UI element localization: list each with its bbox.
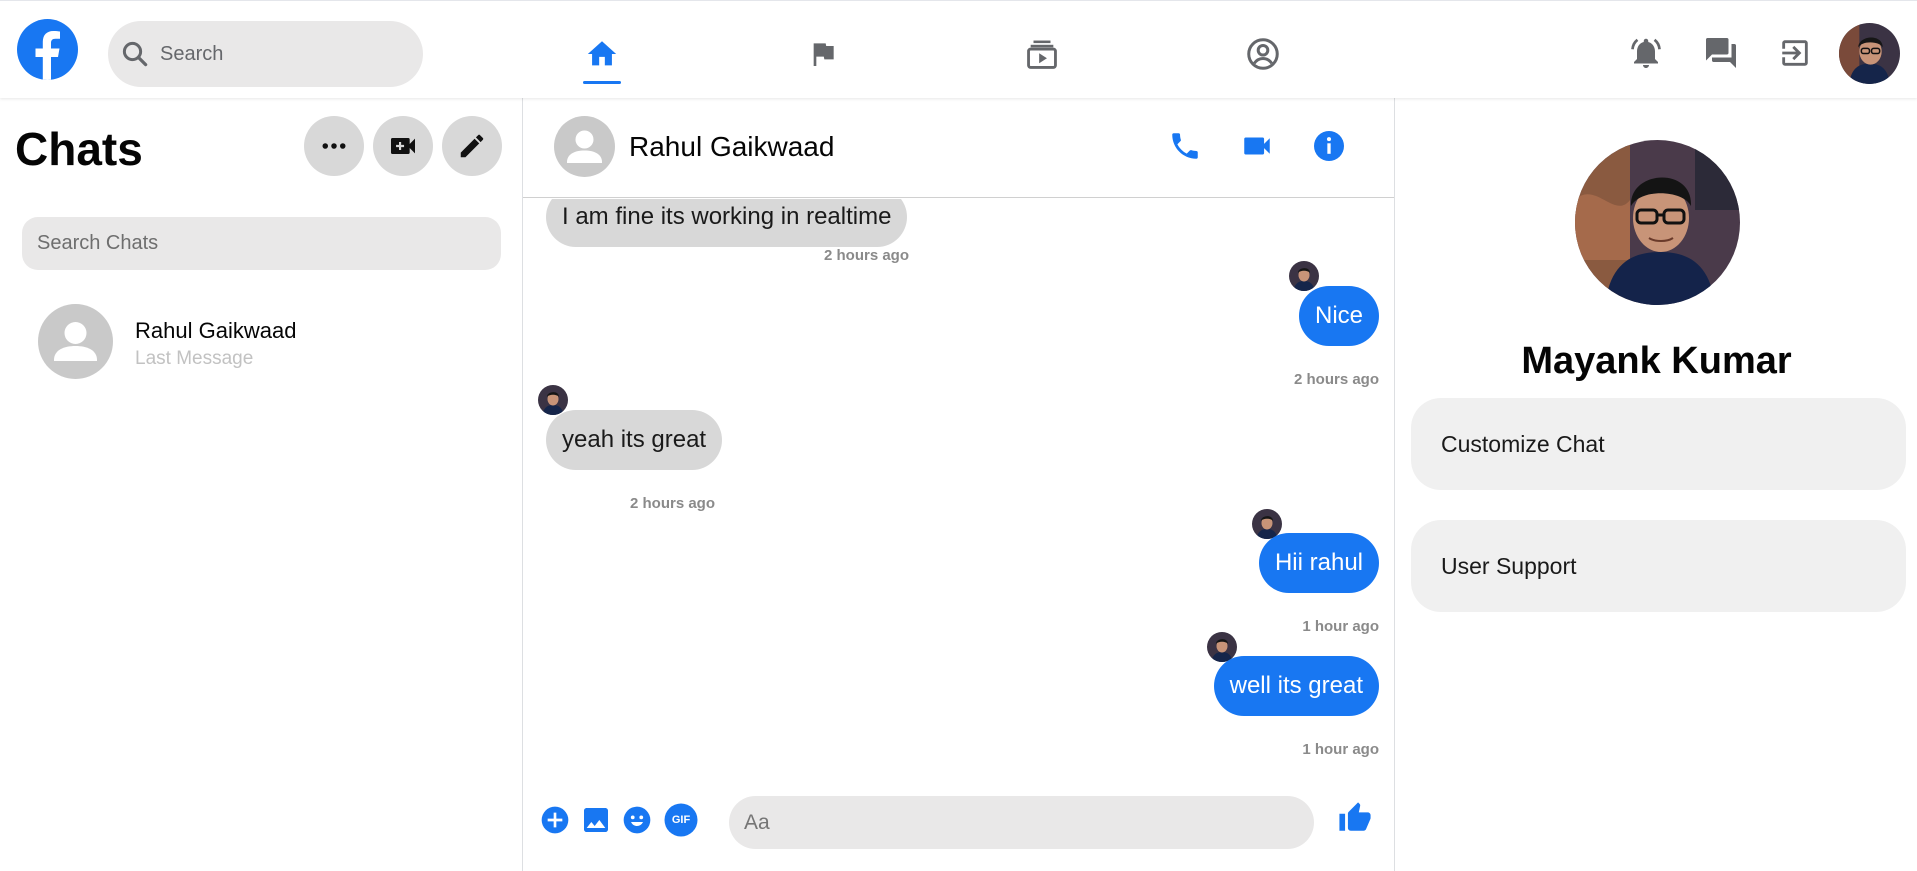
message-list: I am fine its working in realtime 2 hour… [523, 199, 1394, 779]
gif-button[interactable]: GIF [663, 802, 699, 838]
message-timestamp: 1 hour ago [1302, 741, 1379, 758]
like-icon [1339, 802, 1371, 831]
top-navigation-bar [0, 0, 1917, 98]
message-timestamp: 2 hours ago [1293, 371, 1379, 388]
gif-label: GIF [671, 814, 691, 826]
send-image-button[interactable] [578, 802, 614, 838]
customize-chat-button[interactable]: Customize Chat [1411, 398, 1906, 490]
user-photo-icon [538, 385, 568, 415]
global-search[interactable] [108, 21, 423, 87]
more-options-icon [322, 143, 346, 149]
video-icon [1244, 137, 1270, 155]
user-avatar[interactable] [1839, 23, 1900, 84]
profile-name: Mayank Kumar [1521, 340, 1792, 382]
conversation-header: Rahul Gaikwaad [523, 98, 1394, 198]
message-bubble-incoming: I am fine its working in realtime [546, 199, 908, 247]
user-photo-icon [1289, 261, 1319, 291]
like-button[interactable] [1337, 800, 1373, 836]
message-bubble-incoming: yeah its great [546, 410, 723, 470]
nav-tab-profile[interactable] [1238, 29, 1288, 79]
emoji-button[interactable] [619, 802, 655, 838]
person-placeholder-icon [567, 130, 602, 163]
message-composer: GIF [523, 788, 1394, 871]
user-support-button[interactable]: User Support [1411, 520, 1906, 612]
account-circle-icon [1247, 38, 1279, 70]
message-bubble-outgoing: Nice [1298, 286, 1379, 346]
video-call-header-button[interactable] [1235, 124, 1279, 168]
watch-icon [1027, 40, 1057, 69]
emoji-icon [623, 806, 651, 834]
chat-contact-name: Rahul Gaikwaad [135, 318, 297, 343]
voice-call-button[interactable] [1163, 124, 1207, 168]
message-bubble-outgoing: well its great [1213, 656, 1379, 716]
profile-avatar [1575, 140, 1740, 305]
new-message-button[interactable] [442, 116, 502, 176]
info-icon [1314, 131, 1344, 161]
nav-tab-pages[interactable] [798, 29, 848, 79]
home-icon [587, 41, 617, 66]
image-icon [584, 808, 608, 832]
flag-icon [813, 43, 834, 66]
message-input[interactable] [729, 796, 1314, 849]
message-input-field[interactable] [744, 810, 1284, 835]
sender-avatar [1289, 261, 1319, 291]
notifications-icon [1631, 38, 1661, 68]
message-timestamp: 2 hours ago [823, 247, 909, 264]
nav-tab-home[interactable] [577, 29, 627, 84]
message-timestamp: 2 hours ago [629, 495, 715, 512]
user-photo-icon [1575, 140, 1740, 305]
search-icon [122, 41, 148, 67]
sender-avatar [538, 385, 568, 415]
nav-tab-watch[interactable] [1017, 29, 1067, 79]
chat-search-input[interactable] [37, 232, 477, 255]
more-options-button[interactable] [304, 116, 364, 176]
person-placeholder-icon [54, 322, 97, 361]
messages-icon [1706, 38, 1736, 68]
contact-avatar [38, 304, 113, 379]
add-attachment-button[interactable] [537, 802, 573, 838]
notifications-button[interactable] [1626, 33, 1666, 73]
chats-title: Chats [15, 123, 143, 175]
phone-icon [1172, 133, 1198, 159]
add-circle-icon [541, 806, 569, 834]
video-call-icon [391, 138, 415, 154]
video-call-button[interactable] [373, 116, 433, 176]
edit-icon [460, 134, 484, 158]
global-search-input[interactable] [160, 42, 380, 66]
user-photo-icon [1839, 23, 1900, 84]
logout-icon [1782, 40, 1808, 66]
messages-button[interactable] [1701, 33, 1741, 73]
chat-search[interactable] [22, 217, 501, 270]
conversation-info-button[interactable] [1307, 124, 1351, 168]
logout-button[interactable] [1775, 33, 1815, 73]
conversation-pane: Rahul Gaikwaad I am fine its working in … [523, 98, 1394, 871]
contact-avatar[interactable] [554, 116, 615, 177]
conversation-contact-name: Rahul Gaikwaad [629, 131, 835, 162]
facebook-logo[interactable] [17, 19, 78, 80]
message-bubble-outgoing: Hii rahul [1258, 533, 1379, 593]
facebook-f-icon [35, 31, 60, 80]
message-timestamp: 1 hour ago [1302, 618, 1379, 635]
chat-list-item[interactable]: Rahul Gaikwaad Last Message [22, 296, 501, 386]
chats-sidebar: Chats Rahul Gaikwaad Last Message [0, 98, 523, 871]
profile-pane: Mayank Kumar Customize Chat User Support [1394, 98, 1917, 871]
chat-last-message: Last Message [135, 348, 254, 369]
